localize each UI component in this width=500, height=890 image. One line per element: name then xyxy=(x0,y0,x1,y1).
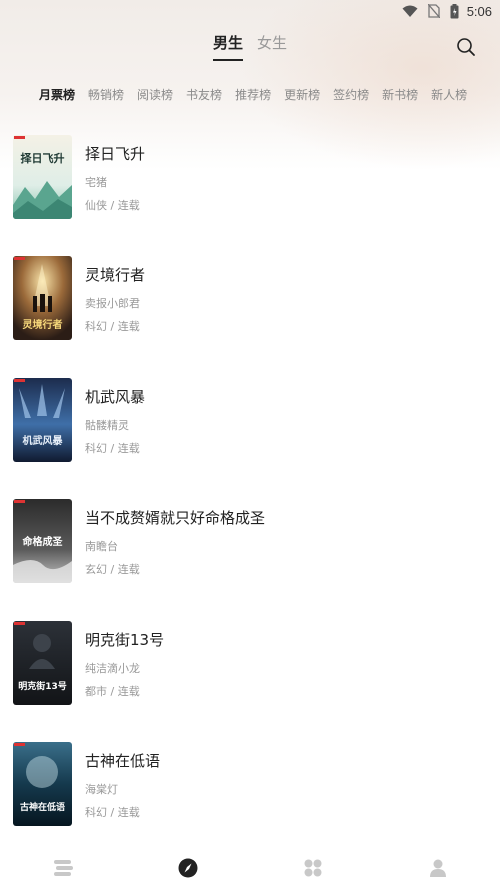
book-author: 纯洁滴小龙 xyxy=(85,662,140,675)
book-title: 当不成赘婿就只好命格成圣 xyxy=(85,509,266,527)
nav-category[interactable] xyxy=(293,853,333,883)
book-title: 古神在低语 xyxy=(85,752,161,770)
cover-title-text: 古神在低语 xyxy=(20,801,65,813)
discover-compass-icon xyxy=(178,858,197,878)
book-item[interactable]: 古神在低语 古神在低语 海棠灯 科幻 / 连载 xyxy=(0,742,500,832)
gender-tabs: 男生 女生 xyxy=(0,30,500,62)
book-genre-status: 都市 / 连载 xyxy=(85,685,140,698)
book-author: 南瞻台 xyxy=(85,540,118,553)
profile-icon xyxy=(429,859,446,877)
book-title: 灵境行者 xyxy=(85,266,146,284)
rank-tab-signed[interactable]: 签约榜 xyxy=(333,86,369,103)
book-item[interactable]: 明克街13号 明克街13号 纯洁滴小龙 都市 / 连载 xyxy=(0,621,500,711)
status-time: 5:06 xyxy=(466,3,492,19)
bottom-nav xyxy=(0,846,500,890)
book-cover[interactable]: 灵境行者 xyxy=(13,256,72,340)
book-cover[interactable]: 择日飞升 xyxy=(13,135,72,219)
book-cover[interactable]: 命格成圣 xyxy=(13,499,72,583)
search-icon xyxy=(457,38,475,56)
book-title: 明克街13号 xyxy=(85,631,165,649)
cover-title-text: 机武风暴 xyxy=(23,434,64,447)
book-author: 骷髅精灵 xyxy=(85,419,129,432)
tab-male[interactable]: 男生 xyxy=(212,30,244,61)
book-genre-status: 仙侠 / 连载 xyxy=(85,199,140,212)
rank-tab-monthly-ticket[interactable]: 月票榜 xyxy=(39,86,75,103)
rank-tab-bestseller[interactable]: 畅销榜 xyxy=(88,86,124,103)
book-genre-status: 玄幻 / 连载 xyxy=(85,563,140,576)
book-author: 海棠灯 xyxy=(85,783,118,796)
book-author: 卖报小郎君 xyxy=(85,297,140,310)
category-grid-icon xyxy=(304,859,321,877)
nav-bookshelf[interactable] xyxy=(43,853,83,883)
rank-tab-new-book[interactable]: 新书榜 xyxy=(382,86,418,103)
cover-title-text: 命格成圣 xyxy=(22,535,64,548)
rank-tab-update[interactable]: 更新榜 xyxy=(284,86,320,103)
book-item[interactable]: 择日飞升 择日飞升 宅猪 仙侠 / 连载 xyxy=(0,135,500,225)
nav-discover[interactable] xyxy=(168,853,208,883)
book-genre-status: 科幻 / 连载 xyxy=(85,806,140,819)
book-genre-status: 科幻 / 连载 xyxy=(85,320,140,333)
cover-title-text: 择日飞升 xyxy=(21,151,65,165)
rank-tab-reading[interactable]: 阅读榜 xyxy=(137,86,173,103)
tab-female[interactable]: 女生 xyxy=(257,30,287,61)
book-author: 宅猪 xyxy=(85,176,107,189)
book-cover[interactable]: 明克街13号 xyxy=(13,621,72,705)
book-title: 机武风暴 xyxy=(85,388,146,406)
book-item[interactable]: 机武风暴 机武风暴 骷髅精灵 科幻 / 连载 xyxy=(0,378,500,468)
book-cover[interactable]: 古神在低语 xyxy=(13,742,72,826)
cover-title-text: 明克街13号 xyxy=(18,680,67,692)
battery-icon xyxy=(450,3,459,19)
book-item[interactable]: 命格成圣 当不成赘婿就只好命格成圣 南瞻台 玄幻 / 连载 xyxy=(0,499,500,589)
nav-profile[interactable] xyxy=(418,853,458,883)
rank-tab-recommend[interactable]: 推荐榜 xyxy=(235,86,271,103)
search-button[interactable] xyxy=(456,37,476,57)
book-title: 择日飞升 xyxy=(85,145,146,163)
no-sim-icon xyxy=(427,4,440,18)
book-genre-status: 科幻 / 连载 xyxy=(85,442,140,455)
rank-tab-newcomer[interactable]: 新人榜 xyxy=(431,86,467,103)
rank-tab-readers[interactable]: 书友榜 xyxy=(186,86,222,103)
bookshelf-icon xyxy=(53,860,73,876)
cover-title-text: 灵境行者 xyxy=(23,318,63,331)
book-cover[interactable]: 机武风暴 xyxy=(13,378,72,462)
rank-tabs: 月票榜 畅销榜 阅读榜 书友榜 推荐榜 更新榜 签约榜 新书榜 新人榜 xyxy=(14,84,500,104)
book-item[interactable]: 灵境行者 灵境行者 卖报小郎君 科幻 / 连载 xyxy=(0,256,500,346)
wifi-icon xyxy=(402,5,418,18)
status-bar: 5:06 xyxy=(0,0,500,22)
